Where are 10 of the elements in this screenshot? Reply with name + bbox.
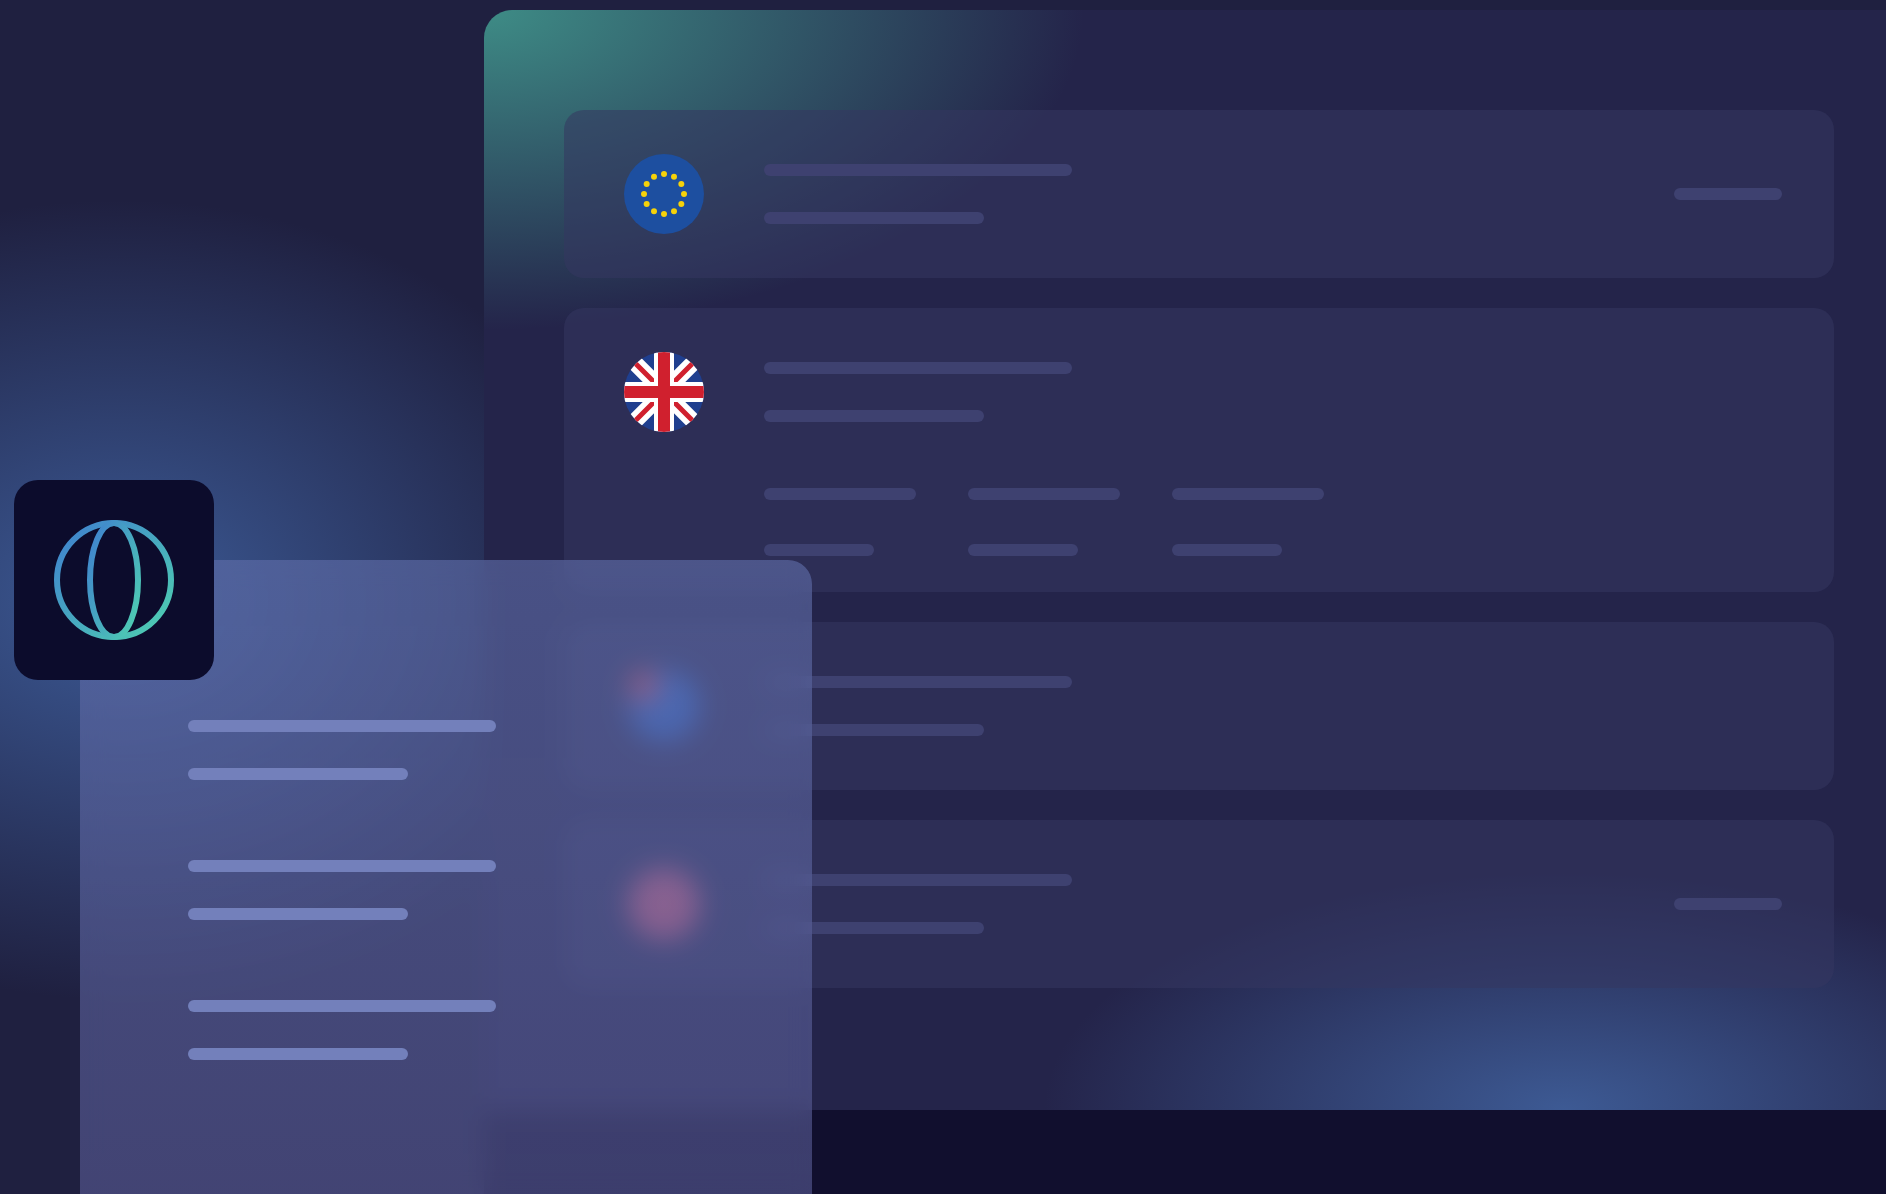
placeholder-line (968, 544, 1078, 556)
placeholder-line (1674, 898, 1782, 910)
placeholder-line (764, 544, 874, 556)
blurred-flag-icon (624, 666, 704, 746)
eu-flag-icon (624, 154, 704, 234)
globe-icon (52, 518, 176, 642)
uk-flag-icon (624, 352, 704, 432)
placeholder-line (1674, 188, 1782, 200)
placeholder-line (1172, 544, 1282, 556)
blurred-flag-icon (624, 864, 704, 944)
